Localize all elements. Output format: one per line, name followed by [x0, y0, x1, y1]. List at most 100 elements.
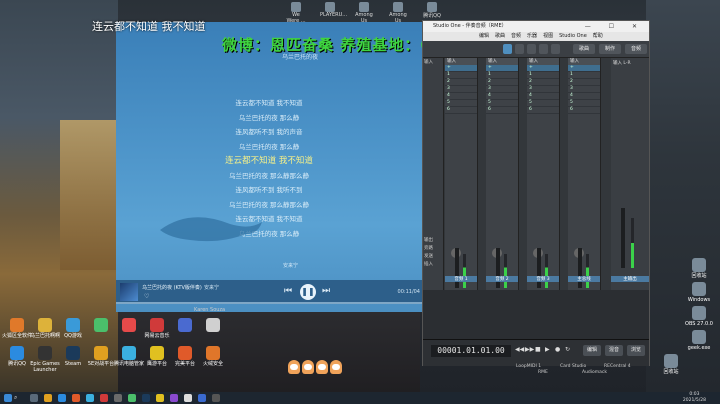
toolbar-button[interactable]: 歌曲 [573, 44, 595, 54]
channel-slot[interactable]: 3 [568, 86, 600, 93]
channel-slot[interactable]: 5 [486, 100, 518, 107]
taskbar-app-icon[interactable] [72, 394, 80, 402]
desktop-icon[interactable] [198, 318, 228, 333]
channel-slot[interactable]: 2 [445, 79, 477, 86]
channel-slot[interactable]: 2 [568, 79, 600, 86]
channel-header[interactable]: 输入 [486, 58, 518, 65]
taskbar-app-icon[interactable] [170, 394, 178, 402]
channel-slot[interactable]: 6 [527, 107, 559, 114]
transport-button[interactable]: ◀◀ [515, 346, 524, 353]
desktop-icon[interactable]: OBS 27.0.0 [684, 306, 714, 327]
tool-icon[interactable] [527, 44, 536, 54]
desktop-icon[interactable]: QQ游戏 [58, 318, 88, 339]
studio-title-bar[interactable]: Studio One - 伴奏音频（RME） — ☐ ✕ [423, 21, 649, 32]
taskbar-app-icon[interactable] [44, 394, 52, 402]
channel-slot[interactable]: + [445, 65, 477, 72]
channel-header[interactable]: 输入 [445, 58, 477, 65]
channel-slot[interactable]: + [527, 65, 559, 72]
channel-fader[interactable] [496, 248, 500, 288]
start-icon[interactable] [4, 394, 12, 402]
channel-slot[interactable]: 4 [486, 93, 518, 100]
mixer-channel[interactable]: 输入 +1 2 3 4 5 6 音频 1 [445, 58, 478, 290]
desktop-icon[interactable]: geek.exe [684, 330, 714, 351]
next-track-icon[interactable]: ⏭ [322, 286, 330, 296]
menu-item[interactable]: 帮助 [593, 32, 603, 41]
desktop-icon[interactable]: 鹰游平台 [142, 346, 172, 367]
channel-slot[interactable]: 3 [445, 86, 477, 93]
channel-fader[interactable] [578, 248, 582, 288]
heart-icon[interactable]: ♡ [144, 293, 149, 300]
view-button[interactable]: 编辑 [583, 345, 601, 356]
view-button[interactable]: 混音 [605, 345, 623, 356]
channel-slot[interactable]: 6 [445, 107, 477, 114]
mixer-channel[interactable]: 输入 +1 2 3 4 5 6 音频 3 [527, 58, 560, 290]
channel-slot[interactable]: 5 [568, 100, 600, 107]
window-controls[interactable]: — ☐ ✕ [585, 21, 645, 32]
channel-slot[interactable]: 1 [486, 72, 518, 79]
taskbar-app-icon[interactable] [212, 394, 220, 402]
view-button[interactable]: 浏览 [627, 345, 645, 356]
desktop-icon[interactable] [170, 318, 200, 333]
channel-slot[interactable]: 4 [445, 93, 477, 100]
channel-slot[interactable]: 1 [568, 72, 600, 79]
master-fader[interactable] [621, 208, 625, 268]
desktop-icon[interactable]: Steam [58, 346, 88, 367]
search-icon[interactable]: ⌕ [14, 394, 17, 402]
top-desktop-icon[interactable]: Among Us [354, 2, 374, 24]
desktop-icon[interactable]: Windows [684, 282, 714, 303]
taskbar-app-icon[interactable] [198, 394, 206, 402]
tool-icon[interactable] [503, 44, 512, 54]
channel-slot[interactable]: + [486, 65, 518, 72]
tool-icon[interactable] [551, 44, 560, 54]
mixer-channel[interactable]: 输入 +1 2 3 4 5 6 音频 2 [486, 58, 519, 290]
transport-button[interactable]: ▶▶ [525, 346, 534, 353]
menu-item[interactable]: 乐器 [527, 32, 537, 41]
channel-header[interactable]: 输入 [527, 58, 559, 65]
mixer-channel[interactable]: 输入 +1 2 3 4 5 6 主总线 [568, 58, 601, 290]
transport-button[interactable]: ● [555, 346, 560, 353]
desktop-icon[interactable]: 火狐区全软件 [2, 318, 32, 339]
channel-slot[interactable]: 4 [568, 93, 600, 100]
taskbar-app-icon[interactable] [86, 394, 94, 402]
channel-slot[interactable]: 1 [527, 72, 559, 79]
channel-slot[interactable]: 5 [527, 100, 559, 107]
desktop-icon[interactable]: 网易云音乐 [142, 318, 172, 339]
prev-track-icon[interactable]: ⏮ [284, 286, 292, 296]
desktop-icon[interactable] [114, 318, 144, 333]
channel-slot[interactable]: 6 [568, 107, 600, 114]
pause-button[interactable]: ❚❚ [300, 284, 316, 300]
tool-icon[interactable] [515, 44, 524, 54]
channel-slot[interactable]: 2 [486, 79, 518, 86]
task-view-icon[interactable] [30, 394, 38, 402]
channel-slot[interactable]: 2 [527, 79, 559, 86]
channel-slot[interactable]: 1 [445, 72, 477, 79]
taskbar-app-icon[interactable] [114, 394, 122, 402]
desktop-icon[interactable]: 腾讯QQ [2, 346, 32, 367]
desktop-icon[interactable]: 乌兰巴托啊啊 [30, 318, 60, 339]
channel-slot[interactable]: 6 [486, 107, 518, 114]
taskbar-app-icon[interactable] [156, 394, 164, 402]
channel-header[interactable]: 输入 [568, 58, 600, 65]
top-desktop-icon[interactable]: We Were ... [286, 2, 306, 24]
toolbar-button[interactable]: 制作 [599, 44, 621, 54]
desktop-icon[interactable]: 回收站 [656, 354, 686, 375]
channel-fader[interactable] [537, 248, 541, 288]
menu-item[interactable]: 编辑 [479, 32, 489, 41]
tool-icon[interactable] [539, 44, 548, 54]
taskbar-app-icon[interactable] [142, 394, 150, 402]
menu-item[interactable]: 音频 [511, 32, 521, 41]
transport-button[interactable]: ■ [535, 346, 541, 353]
top-desktop-icon[interactable]: Among Us [388, 2, 408, 24]
transport-button[interactable]: ▶ [545, 346, 550, 353]
taskbar-app-icon[interactable] [184, 394, 192, 402]
album-cover[interactable] [120, 283, 138, 301]
taskbar-clock[interactable]: 0:03 2021/5/28 [683, 392, 706, 404]
progress-bar[interactable] [116, 302, 422, 304]
desktop-icon[interactable] [86, 318, 116, 333]
channel-slot[interactable]: + [568, 65, 600, 72]
taskbar-app-icon[interactable] [100, 394, 108, 402]
menu-item[interactable]: Studio One [559, 32, 587, 41]
channel-slot[interactable]: 3 [486, 86, 518, 93]
menu-item[interactable]: 歌曲 [495, 32, 505, 41]
top-desktop-icon[interactable]: PLAYERU... [320, 2, 347, 24]
